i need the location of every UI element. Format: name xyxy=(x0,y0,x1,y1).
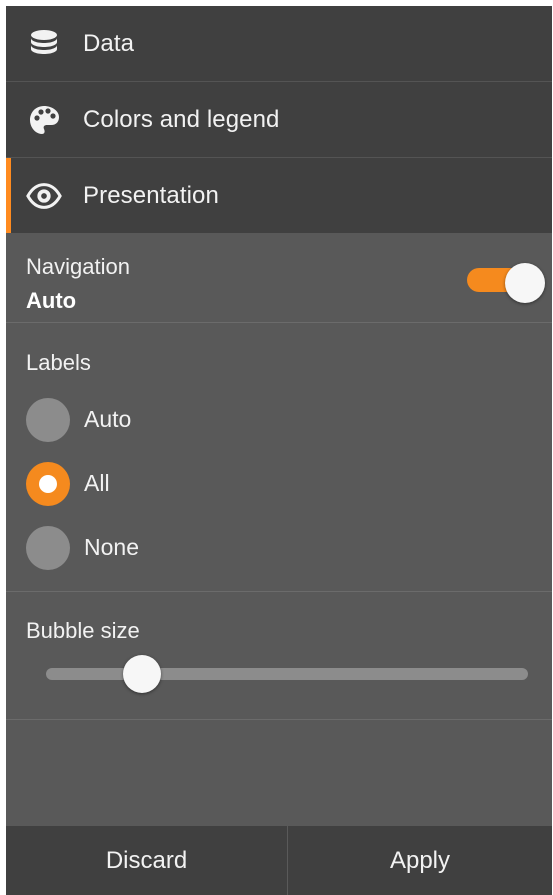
labels-option-none[interactable]: None xyxy=(26,526,326,572)
footer-bar: Discard Apply xyxy=(6,826,552,895)
radio-label: All xyxy=(84,470,110,496)
section-presentation-label: Presentation xyxy=(83,181,219,209)
bubble-size-slider-track[interactable] xyxy=(46,668,528,680)
divider xyxy=(6,719,552,720)
labels-title: Labels xyxy=(26,350,91,375)
section-presentation[interactable]: Presentation xyxy=(6,158,552,233)
section-data[interactable]: Data xyxy=(6,6,552,81)
navigation-toggle-knob[interactable] xyxy=(505,263,545,303)
bubble-size-title: Bubble size xyxy=(26,618,140,643)
active-indicator xyxy=(6,158,11,233)
navigation-setting: Navigation Auto xyxy=(6,234,552,322)
navigation-title: Navigation xyxy=(26,254,130,279)
properties-panel: Data Colors and legend Presentation Navi… xyxy=(6,6,552,895)
database-icon xyxy=(26,26,62,62)
palette-icon xyxy=(26,102,62,138)
discard-button[interactable]: Discard xyxy=(6,826,287,895)
section-data-label: Data xyxy=(83,29,135,57)
navigation-value: Auto xyxy=(26,288,77,313)
eye-icon xyxy=(26,178,62,214)
radio-label: None xyxy=(84,534,139,560)
labels-option-all[interactable]: All xyxy=(26,462,326,508)
labels-option-auto[interactable]: Auto xyxy=(26,398,326,444)
radio-button[interactable] xyxy=(26,398,70,442)
section-colors-label: Colors and legend xyxy=(83,105,280,133)
apply-button[interactable]: Apply xyxy=(288,826,552,895)
divider xyxy=(6,591,552,592)
radio-label: Auto xyxy=(84,406,132,432)
radio-button[interactable] xyxy=(26,526,70,570)
section-colors-and-legend[interactable]: Colors and legend xyxy=(6,82,552,157)
bubble-size-slider-thumb[interactable] xyxy=(123,655,162,693)
radio-button-checked[interactable] xyxy=(26,462,70,506)
radio-dot xyxy=(39,475,57,493)
divider xyxy=(6,322,552,323)
